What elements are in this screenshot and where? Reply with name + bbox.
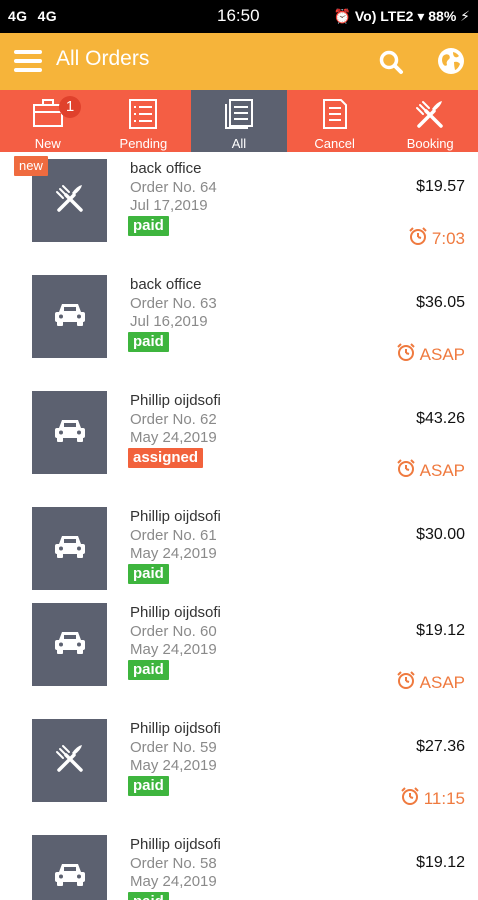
customer-name: Phillip oijdsofi [130, 720, 221, 737]
order-date: Jul 17,2019 [130, 197, 208, 214]
orders-list: back office Order No. 64 Jul 17,2019 paid $1… [0, 152, 478, 900]
order-eta: ASAP [396, 342, 465, 367]
order-date: May 24,2019 [130, 873, 217, 890]
order-number: Order No. 58 [130, 855, 217, 872]
system-indicators: ⏰ Vo) LTE2 ▾ 88% ⚡ [333, 8, 470, 24]
order-number: Order No. 59 [130, 739, 217, 756]
fork-knife-icon [416, 101, 443, 128]
alarm-clock-icon [396, 670, 420, 695]
tab-new[interactable]: 1 New [0, 90, 96, 152]
car-icon [53, 629, 87, 660]
page-title: All Orders [56, 47, 150, 70]
order-number: Order No. 61 [130, 527, 217, 544]
cancel-document-icon [322, 99, 347, 129]
order-thumbnail [32, 275, 107, 358]
order-number: Order No. 62 [130, 411, 217, 428]
car-icon [53, 417, 87, 448]
alarm-clock-icon [408, 226, 432, 251]
eta-text: ASAP [419, 672, 465, 692]
tab-label: Booking [406, 136, 454, 151]
search-icon[interactable] [378, 49, 404, 75]
list-icon [129, 99, 158, 129]
documents-icon [224, 99, 253, 129]
alarm-clock-icon [396, 342, 420, 367]
alarm-clock-icon [400, 786, 424, 811]
order-number: Order No. 63 [130, 295, 217, 312]
order-price: $19.12 [416, 854, 465, 871]
order-number: Order No. 64 [130, 179, 217, 196]
customer-name: back office [130, 160, 202, 177]
order-thumbnail [32, 391, 107, 474]
fork-knife-icon [54, 742, 86, 779]
order-row[interactable]: Phillip oijdsofi Order No. 59 May 24,2019 p… [0, 712, 478, 831]
order-row[interactable]: Phillip oijdsofi Order No. 60 May 24,2019 p… [0, 596, 478, 715]
car-icon [53, 533, 87, 564]
order-thumbnail [32, 835, 107, 900]
order-price: $43.26 [416, 410, 465, 427]
status-badge: paid [128, 564, 169, 584]
order-date: May 24,2019 [130, 545, 217, 562]
customer-name: back office [130, 276, 202, 293]
order-eta: 7:03 [408, 226, 465, 251]
order-date: May 24,2019 [130, 757, 217, 774]
fork-knife-icon [54, 182, 86, 219]
customer-name: Phillip oijdsofi [130, 836, 221, 853]
status-badge: assigned [128, 448, 204, 468]
order-eta: ASAP [396, 670, 465, 695]
eta-text: ASAP [419, 460, 465, 480]
globe-icon[interactable] [437, 47, 465, 75]
tab-cancel[interactable]: Cancel [287, 90, 383, 152]
status-badge: paid [128, 776, 169, 796]
order-date: May 24,2019 [130, 641, 217, 658]
tab-all[interactable]: All [191, 90, 287, 152]
new-orders-badge: 1 [59, 96, 81, 118]
customer-name: Phillip oijdsofi [130, 604, 221, 621]
order-price: $19.57 [416, 178, 465, 195]
alarm-clock-icon [396, 458, 420, 483]
order-eta: ASAP [396, 458, 465, 483]
order-price: $19.12 [416, 622, 465, 639]
status-badge: paid [128, 892, 169, 900]
eta-text: ASAP [419, 344, 465, 364]
new-tag: new [14, 156, 48, 176]
order-thumbnail [32, 719, 107, 802]
order-tabs: 1 New Pending All Cancel Booking [0, 90, 478, 152]
order-row[interactable]: Phillip oijdsofi Order No. 62 May 24,2019 a… [0, 384, 478, 503]
order-price: $30.00 [416, 526, 465, 543]
menu-icon[interactable] [14, 50, 42, 72]
car-icon [53, 301, 87, 332]
status-badge: paid [128, 332, 169, 352]
order-eta: 11:15 [400, 786, 465, 811]
order-row[interactable]: back office Order No. 63 Jul 16,2019 paid $3… [0, 268, 478, 387]
order-row[interactable]: Phillip oijdsofi Order No. 58May 24,2019 p… [0, 828, 478, 900]
status-bar: 4G 4G 16:50 ⏰ Vo) LTE2 ▾ 88% ⚡ [0, 0, 478, 33]
status-badge: paid [128, 216, 169, 236]
order-number: Order No. 60 [130, 623, 217, 640]
tab-label: Pending [119, 136, 168, 151]
status-badge: paid [128, 660, 169, 680]
app-bar: All Orders [0, 33, 478, 90]
signal-indicators: 4G 4G [8, 8, 61, 24]
eta-text: 11:15 [423, 788, 465, 808]
order-row[interactable]: Phillip oijdsofi Order No. 61 May 24,2019 p… [0, 500, 478, 599]
clock: 16:50 [217, 6, 260, 25]
tab-label: Cancel [314, 136, 355, 151]
order-price: $27.36 [416, 738, 465, 755]
order-date: May 24,2019 [130, 429, 217, 446]
tab-booking[interactable]: Booking [382, 90, 478, 152]
eta-text: 7:03 [431, 228, 465, 248]
order-thumbnail [32, 507, 107, 590]
order-date: Jul 16,2019 [130, 313, 208, 330]
car-icon [53, 861, 87, 892]
tab-label: All [231, 136, 247, 151]
customer-name: Phillip oijdsofi [130, 392, 221, 409]
customer-name: Phillip oijdsofi [130, 508, 221, 525]
order-thumbnail [32, 603, 107, 686]
tab-label: New [34, 136, 61, 151]
order-row[interactable]: back office Order No. 64 Jul 17,2019 paid $1… [0, 152, 478, 271]
order-price: $36.05 [416, 294, 465, 311]
tab-pending[interactable]: Pending [96, 90, 192, 152]
